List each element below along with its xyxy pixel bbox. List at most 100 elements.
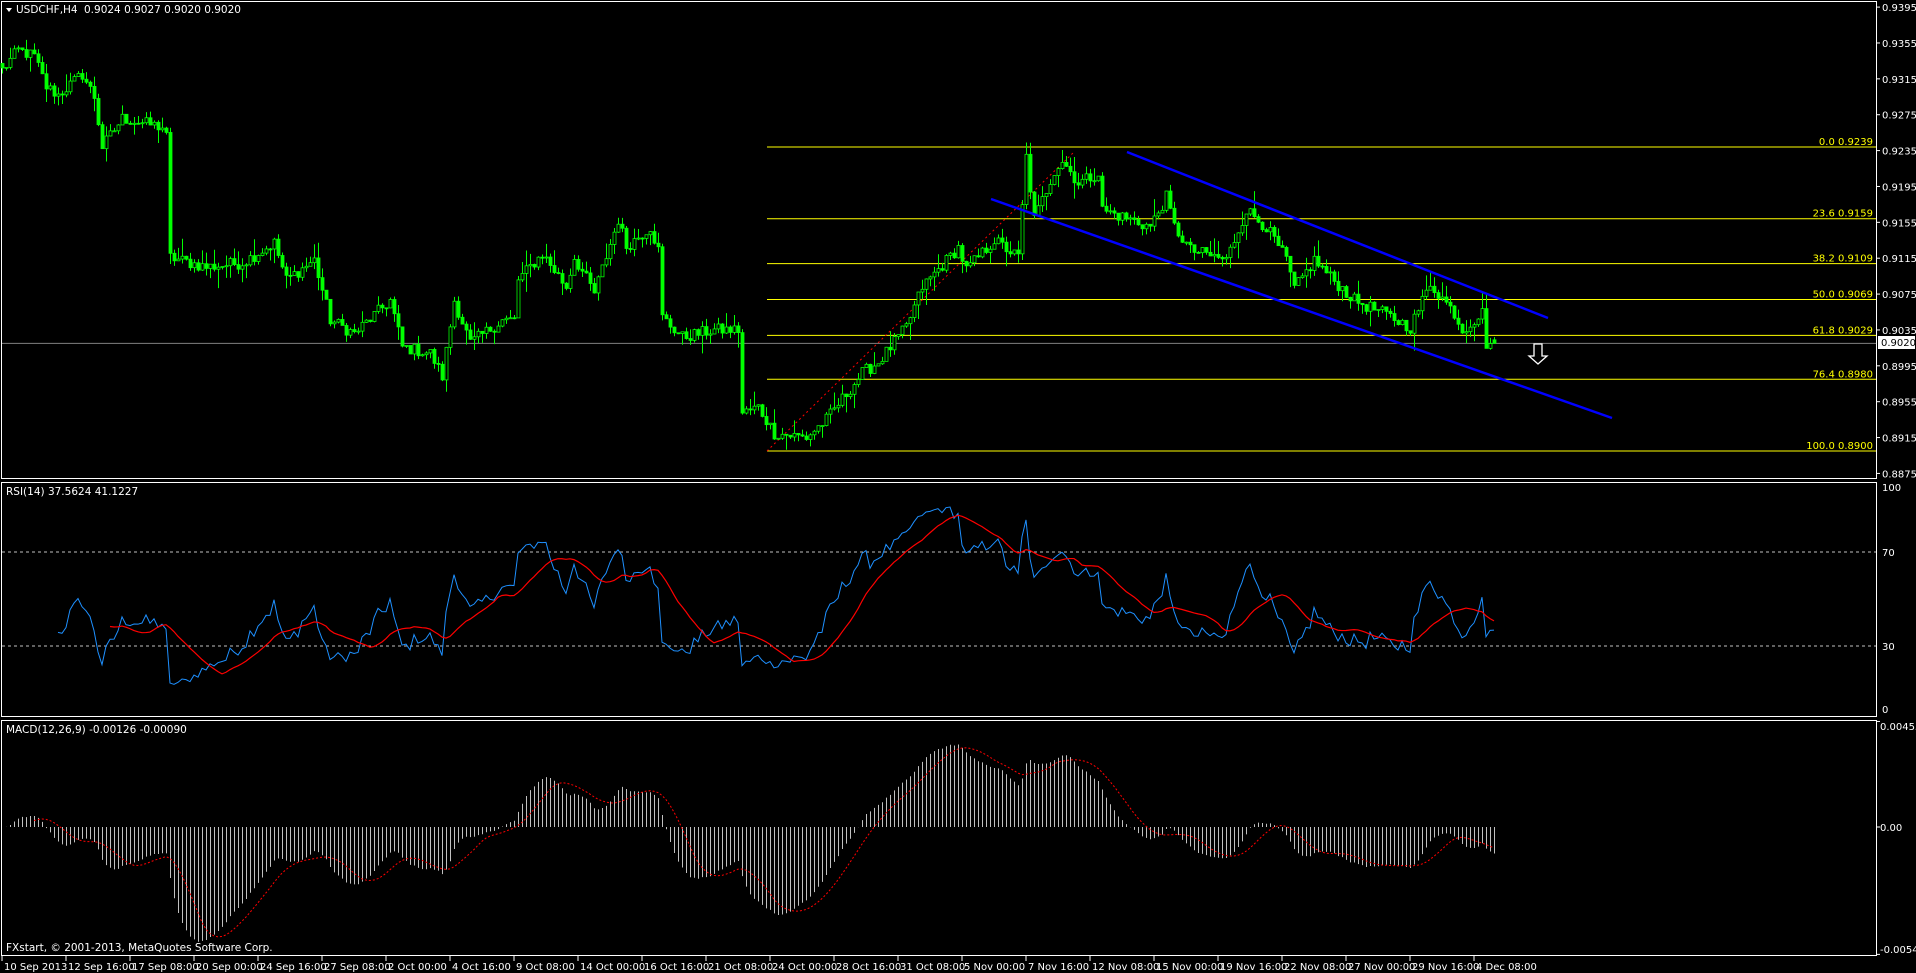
candle [480,330,485,343]
candle [204,252,209,276]
macd-tick-label: 0.00455 [1880,722,1916,733]
candle-body [1356,293,1361,304]
candle-body [1384,306,1389,312]
candle-body [592,283,597,294]
fib-trend-line[interactable] [766,150,1076,452]
candle-body [520,273,525,281]
candle-body [436,363,441,365]
collapse-triangle-icon[interactable] [6,8,12,12]
candle-body [632,238,637,250]
candle [1080,174,1085,189]
candle-body [120,113,125,126]
candle-body [1028,153,1033,193]
candle [628,242,633,253]
candle [500,319,505,328]
candle-body [1156,212,1161,217]
candle-body [384,307,389,310]
candle [192,259,197,273]
candle [764,407,769,431]
candle [1396,319,1401,326]
candle-body [728,326,733,333]
candle [212,249,217,272]
candle [1432,277,1437,298]
candle [24,39,29,61]
fib-level-label: 100.0 0.8900 [1806,441,1873,452]
candle [1052,175,1057,186]
candle-body [564,282,569,289]
candle-body [496,325,501,333]
channel-lower-trendline[interactable] [990,197,1613,420]
candle [756,404,761,411]
candle-body [364,319,369,323]
candle-body [780,433,785,439]
channel-upper-trendline[interactable] [1126,150,1549,320]
candle [828,404,833,424]
candle [124,113,129,124]
candle-body [808,434,813,440]
candle [1172,201,1177,225]
candle-body [1132,217,1137,220]
candle [1328,266,1333,285]
time-tick-label: 21 Oct 08:00 [708,962,773,973]
candle-body [184,255,189,260]
candle [1068,157,1073,176]
candle-body [132,122,137,125]
candle-body [236,264,241,270]
candle-body [196,262,201,271]
candle-body [1148,223,1153,227]
candle [1332,269,1337,286]
candle-body [652,231,657,244]
down-arrow-icon[interactable] [1527,343,1549,365]
time-tick-label: 22 Nov 08:00 [1284,962,1351,973]
candle [956,240,961,259]
symbol-label: USDCHF,H4 [16,4,78,16]
time-axis[interactable]: 10 Sep 2013 12 Sep 16:0017 Sep 08:0020 Se… [1,956,1537,973]
candle-body [1392,313,1397,321]
candle [208,263,213,279]
candle-body [1072,171,1077,184]
candle [32,43,37,55]
candle-body [116,124,121,132]
candle-body [460,316,465,325]
time-tick-label: 27 Sep 08:00 [324,962,391,973]
price-tick-label: 0.8915 [1882,434,1916,445]
candle [12,45,17,59]
candle-body [688,338,693,341]
candle [276,234,281,259]
candle [1180,230,1185,243]
candle [256,254,261,265]
candle-body [128,122,133,125]
candle-body [36,53,41,63]
candle [460,313,465,325]
candle [1484,293,1489,349]
candle [1144,222,1149,235]
candle [792,420,797,442]
candle-body [1460,323,1465,334]
time-tick-label: 15 Nov 00:00 [1156,962,1223,973]
candle [1364,303,1369,315]
candle-body [1048,184,1053,194]
candle [668,314,673,334]
candle-body [292,271,297,276]
candle [1472,322,1477,342]
candle [1152,199,1157,232]
rsi-tick-label: 70 [1882,548,1895,559]
candle [1392,305,1397,327]
candle [160,117,165,133]
time-tick-label: 7 Nov 16:00 [1028,962,1089,973]
price-tick-label: 0.9275 [1882,111,1916,122]
candle-body [404,345,409,347]
candle [696,328,701,340]
price-axis[interactable]: 0.9395 0.9355 0.9315 0.9275 0.9235 0.9195 0.91… [1876,3,1916,480]
candle-body [1472,324,1477,328]
candle [1164,190,1169,213]
candle [900,325,905,339]
candle [408,345,413,355]
candle-body [1404,319,1409,332]
candle [84,72,89,85]
candle [1324,259,1329,274]
time-tick-label: 31 Oct 08:00 [900,962,965,973]
candle [1168,184,1173,210]
fibonacci-retracement[interactable]: 0.0 0.9239 23.6 0.9159 38.2 0.9109 50.0 0.9… [767,137,1876,452]
fib-level-label: 76.4 0.8980 [1813,369,1873,380]
